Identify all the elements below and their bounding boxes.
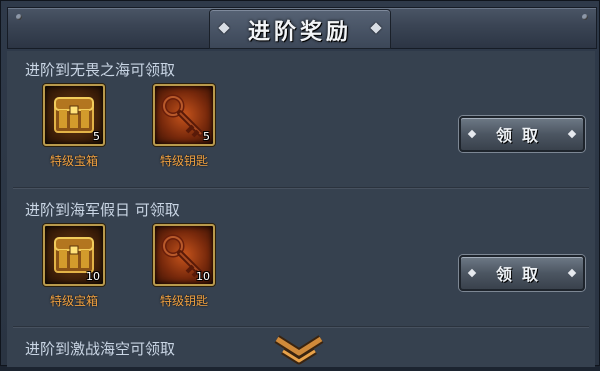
treasure-chest-icon[interactable]: 10 <box>43 224 105 286</box>
reward-tier: 进阶到海军假日 可领取 10 特级宝箱 10 特级钥匙 领取 <box>7 191 595 327</box>
claim-button[interactable]: 领取 <box>459 255 585 291</box>
gem-icon <box>467 129 477 139</box>
gem-icon <box>467 268 477 278</box>
reward-item[interactable]: 10 特级宝箱 <box>39 224 109 309</box>
tier-title: 进阶到无畏之海可领取 <box>25 61 176 79</box>
reward-item[interactable]: 5 特级宝箱 <box>39 84 109 169</box>
item-name: 特级宝箱 <box>49 294 98 308</box>
divider <box>13 187 589 189</box>
divider <box>13 326 589 328</box>
tier-title: 进阶到海军假日 可领取 <box>25 201 180 219</box>
title-plate: 进阶奖励 <box>209 9 391 49</box>
page-title: 进阶奖励 <box>247 20 352 45</box>
chevron-down-icon[interactable] <box>273 335 325 367</box>
item-quantity: 5 <box>203 130 210 143</box>
gem-icon <box>567 268 577 278</box>
treasure-chest-icon[interactable]: 5 <box>43 84 105 146</box>
claim-button[interactable]: 领取 <box>459 116 585 152</box>
reward-window: 进阶奖励 进阶到无畏之海可领取 5 特级宝箱 5 特级钥匙 领取 进阶到海军假日… <box>0 0 600 367</box>
gem-icon <box>567 129 577 139</box>
item-name: 特级钥匙 <box>159 154 208 168</box>
item-name: 特级钥匙 <box>159 294 208 308</box>
item-quantity: 5 <box>93 130 100 143</box>
key-icon[interactable]: 10 <box>153 224 215 286</box>
reward-tier: 进阶到无畏之海可领取 5 特级宝箱 5 特级钥匙 领取 <box>7 51 595 189</box>
item-name: 特级宝箱 <box>49 154 98 168</box>
item-quantity: 10 <box>196 270 210 283</box>
item-quantity: 10 <box>86 270 100 283</box>
rewards-list[interactable]: 进阶到无畏之海可领取 5 特级宝箱 5 特级钥匙 领取 进阶到海军假日 可领取 … <box>7 51 595 367</box>
claim-button-label: 领取 <box>495 126 548 145</box>
claim-button-label: 领取 <box>495 265 548 284</box>
bolt-icon <box>582 14 588 20</box>
reward-item[interactable]: 5 特级钥匙 <box>149 84 219 169</box>
bolt-icon <box>16 14 22 20</box>
tier-title: 进阶到激战海空可领取 <box>25 340 176 358</box>
reward-item[interactable]: 10 特级钥匙 <box>149 224 219 309</box>
key-icon[interactable]: 5 <box>153 84 215 146</box>
